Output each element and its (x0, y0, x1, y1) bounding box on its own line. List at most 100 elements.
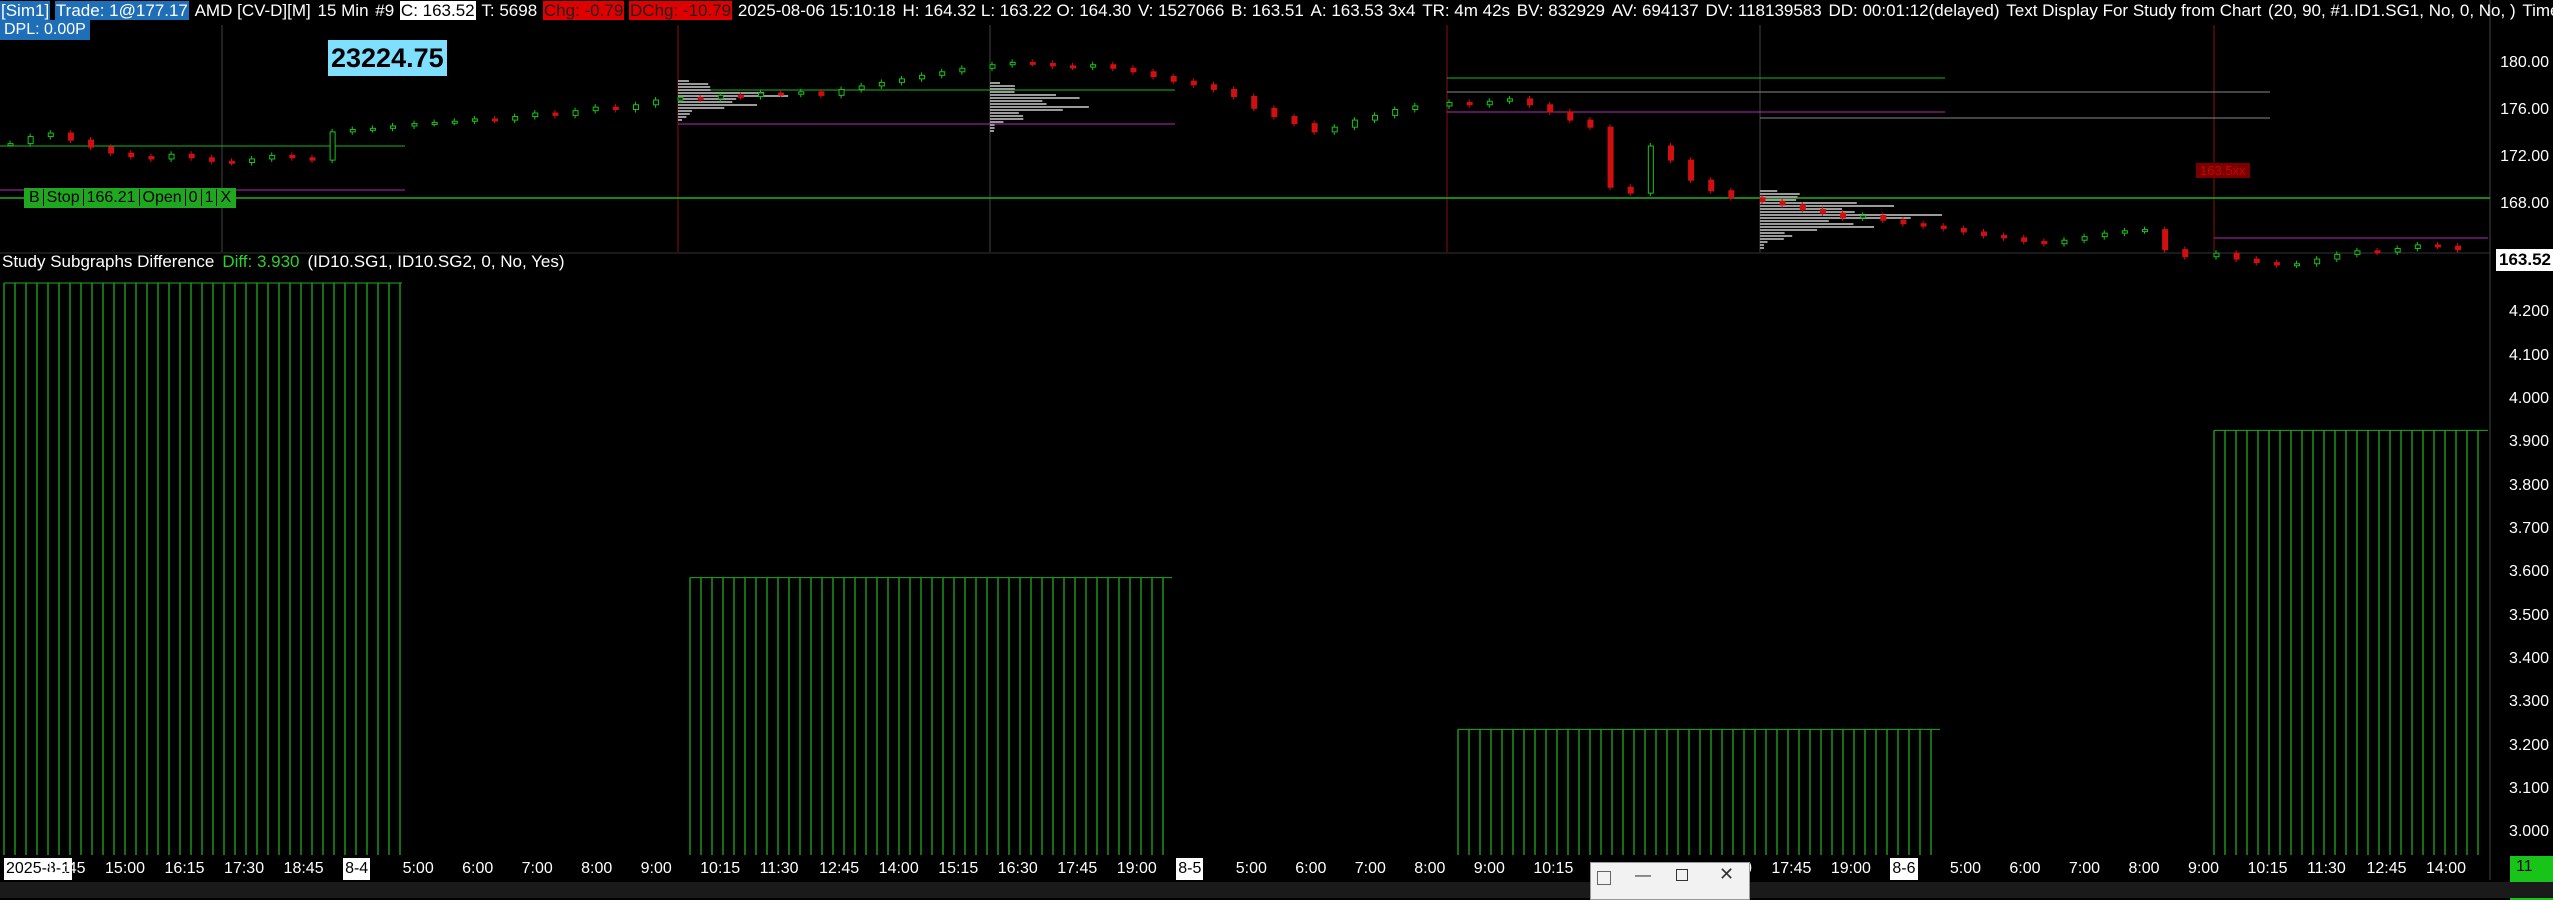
candle (2081, 236, 2088, 241)
volume-profile-bar (1760, 223, 1854, 225)
candle (1527, 98, 1534, 106)
window-app-icon (1597, 871, 1611, 885)
chart-header-bar: [Sim1] Trade: 1@177.17 AMD [CV-D][M] 15 … (0, 0, 2553, 22)
volume-profile-bar (678, 86, 711, 88)
study-axis-tick: 3.800 (2508, 476, 2549, 494)
time-tick: 8:00 (1414, 860, 1446, 877)
candle (532, 112, 539, 118)
study-axis-tick: 3.700 (2508, 520, 2549, 537)
candle (1728, 190, 1735, 199)
date-marker: 8-5 (1176, 858, 1204, 880)
ticks-label: T: 5698 (481, 1, 538, 20)
candle (1351, 119, 1358, 128)
time-tick: 18:45 (283, 860, 324, 877)
candle (1466, 101, 1473, 106)
time-tick: 6:00 (2009, 860, 2041, 877)
time-tick: 10:15 (1533, 860, 1574, 877)
candle (2101, 232, 2108, 238)
candle (2121, 230, 2128, 234)
candle (838, 88, 845, 96)
bid-label: B: 163.51 (1231, 1, 1304, 20)
volume-profile-bar (1760, 229, 1818, 231)
volume-profile-bar (1760, 193, 1800, 195)
candle (451, 120, 458, 124)
candle (309, 157, 316, 161)
study-axis-tick: 4.200 (2508, 303, 2549, 321)
study-params: (ID10.SG1, ID10.SG2, 0, No, Yes) (307, 252, 565, 271)
candle (512, 116, 519, 121)
study-axis-tick: 3.000 (2508, 823, 2549, 841)
volume-profile-bar (990, 103, 1047, 105)
candle (2354, 250, 2361, 255)
candle (1130, 67, 1137, 73)
candle (552, 112, 559, 116)
cancel-order-button[interactable]: X (217, 189, 234, 206)
candle (289, 154, 296, 159)
time-lines-label: Time Lin (2522, 1, 2553, 20)
volume-label: V: 1527066 (1137, 1, 1225, 20)
candle (1372, 114, 1379, 121)
candle (2334, 253, 2341, 260)
time-tick: 11:30 (2306, 860, 2346, 877)
volume-profile-bar (1760, 244, 1764, 246)
order-price[interactable]: 166.21 (83, 189, 140, 206)
volume-profile-bar (678, 110, 693, 112)
date-marker: 8-6 (1890, 858, 1918, 880)
change-label: Chg: -0.79 (542, 1, 625, 20)
candle (697, 97, 704, 101)
candle (939, 71, 946, 76)
study-params-label: (20, 90, #1.ID1.SG1, No, 0, No, ) (2268, 1, 2516, 20)
volume-profile-bar (678, 92, 765, 94)
candle (592, 106, 599, 112)
ask-volume-label: AV: 694137 (1611, 1, 1699, 20)
interval-label[interactable]: 15 Min (317, 1, 370, 20)
time-tick: 10:15 (700, 860, 741, 877)
candle (1960, 227, 1967, 233)
candle (1587, 119, 1594, 128)
volume-profile-bar (990, 85, 1015, 87)
candle (1486, 100, 1493, 106)
sim-account-label[interactable]: [Sim1] (0, 1, 51, 20)
close-icon[interactable]: ✕ (1719, 864, 1734, 885)
study-text-label: Text Display For Study from Chart (2006, 1, 2262, 20)
red-price-tag: 163.5xx (2196, 163, 2250, 178)
volume-profile-bar (990, 97, 1080, 99)
time-tick: 8:00 (2128, 860, 2160, 877)
volume-profile-bar (1760, 217, 1911, 219)
study-diff-value: Diff: 3.930 (222, 252, 300, 271)
candle (677, 97, 684, 101)
candle (919, 74, 926, 80)
candle (1110, 64, 1117, 69)
candle (1900, 219, 1907, 225)
candle (148, 156, 155, 160)
symbol-label[interactable]: AMD [CV-D][M] (194, 1, 312, 20)
time-tick: 15:15 (938, 860, 979, 877)
candle (108, 146, 115, 154)
volume-profile-bar (1760, 190, 1778, 192)
candle (1170, 76, 1177, 82)
candle (88, 139, 95, 148)
candle (798, 91, 805, 95)
candle (1688, 159, 1695, 181)
candle (249, 158, 256, 163)
volume-profile-bar (1760, 238, 1784, 240)
study-axis-tick: 3.900 (2508, 433, 2549, 451)
time-tick: 17:45 (1057, 860, 1098, 877)
time-axis[interactable]: 2025-8-1 13:45 15:00 16:15 17:30 18:45 8-4 5:00… (0, 858, 2553, 880)
time-tick: 17:45 (1771, 860, 1812, 877)
candle (1506, 98, 1513, 102)
candle (1231, 88, 1238, 98)
bid-volume-label: BV: 832929 (1516, 1, 1606, 20)
time-tick: 5:00 (1949, 860, 1982, 877)
minimize-icon[interactable]: — (1635, 867, 1651, 885)
maximize-icon[interactable] (1676, 869, 1688, 881)
candle (128, 152, 135, 158)
time-tick: 6:00 (1295, 860, 1327, 877)
chart-canvas[interactable] (0, 0, 2553, 898)
time-tick: 16:15 (164, 860, 205, 877)
stop-order-box[interactable]: B Stop 166.21 Open 0 1 X (24, 188, 237, 208)
candle (1880, 214, 1887, 221)
minimized-window[interactable]: — ✕ (1590, 862, 1750, 900)
volume-profile-bar (678, 98, 737, 100)
candle (1150, 71, 1157, 78)
